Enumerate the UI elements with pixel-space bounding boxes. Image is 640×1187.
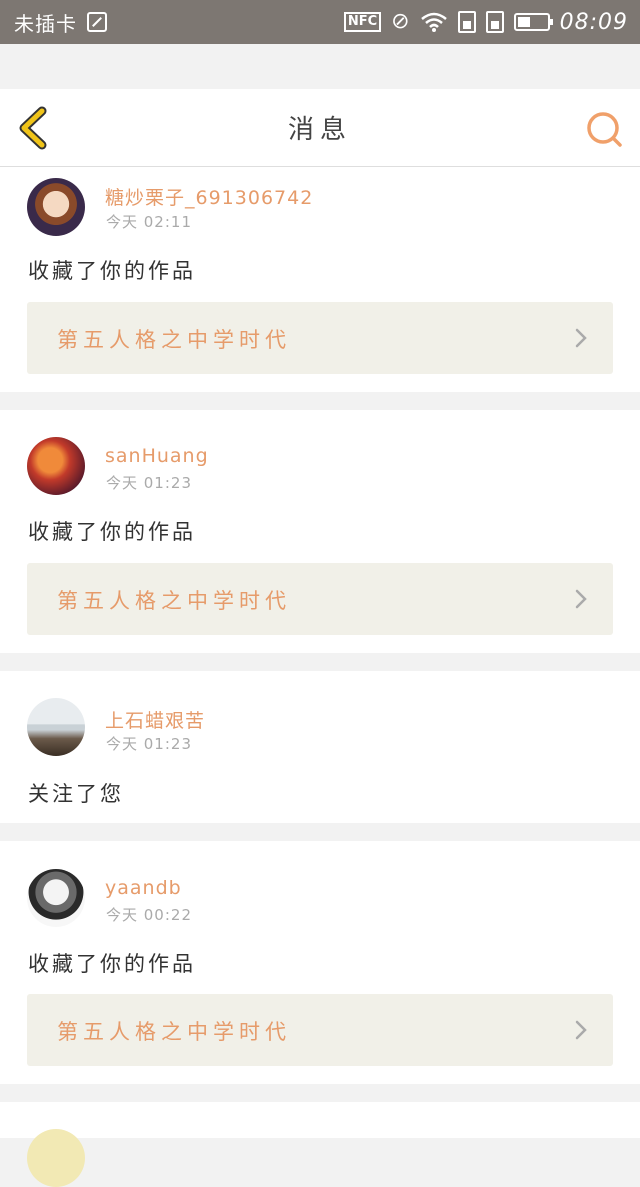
action-text: 收藏了你的作品 (28, 520, 196, 544)
work-link[interactable]: 第五人格之中学时代 (27, 302, 613, 374)
work-link[interactable]: 第五人格之中学时代 (27, 994, 613, 1066)
timestamp: 今天 01:23 (106, 474, 192, 492)
chevron-right-icon (575, 1020, 587, 1040)
username[interactable]: sanHuang (105, 445, 209, 467)
battery-icon (513, 13, 553, 31)
status-bar: 未插卡 NFC ⊘ 08:09 (0, 0, 640, 44)
chevron-left-icon[interactable] (14, 105, 54, 151)
top-bar: 消息 (0, 89, 640, 167)
timestamp: 今天 02:11 (106, 213, 192, 231)
search-icon[interactable] (584, 109, 624, 149)
avatar[interactable] (27, 869, 85, 927)
nfc-icon: NFC (343, 12, 382, 32)
page-title: 消息 (287, 115, 352, 145)
notification-card: yaandb 今天 00:22 收藏了你的作品 第五人格之中学时代 (0, 841, 640, 1084)
clock-time: 08:09 (559, 9, 628, 35)
chevron-right-icon (575, 589, 587, 609)
username[interactable]: 糖炒栗子_691306742 (105, 183, 313, 210)
work-title: 第五人格之中学时代 (57, 589, 291, 613)
timestamp: 今天 01:23 (106, 735, 192, 753)
screenshot-icon (87, 12, 107, 32)
avatar[interactable] (27, 698, 85, 756)
work-title: 第五人格之中学时代 (57, 328, 291, 352)
sim2-icon (485, 11, 504, 33)
timestamp: 今天 00:22 (106, 906, 192, 924)
mute-icon: ⊘ (391, 9, 410, 34)
work-title: 第五人格之中学时代 (57, 1020, 291, 1044)
avatar[interactable] (27, 178, 85, 236)
notification-card (0, 1102, 640, 1187)
action-text: 收藏了你的作品 (28, 952, 196, 976)
sim1-icon (457, 11, 476, 33)
username[interactable]: 上石蜡艰苦 (105, 706, 205, 733)
work-link[interactable]: 第五人格之中学时代 (27, 563, 613, 635)
username[interactable]: yaandb (105, 877, 182, 899)
carrier-label: 未插卡 (14, 11, 77, 36)
chevron-right-icon (575, 328, 587, 348)
notification-card: 糖炒栗子_691306742 今天 02:11 收藏了你的作品 第五人格之中学时… (0, 167, 640, 392)
action-text: 关注了您 (28, 782, 124, 806)
action-text: 收藏了你的作品 (28, 259, 196, 283)
notification-card: 上石蜡艰苦 今天 01:23 关注了您 (0, 671, 640, 823)
avatar[interactable] (27, 437, 85, 495)
notification-card: sanHuang 今天 01:23 收藏了你的作品 第五人格之中学时代 (0, 410, 640, 653)
wifi-icon (420, 12, 447, 32)
